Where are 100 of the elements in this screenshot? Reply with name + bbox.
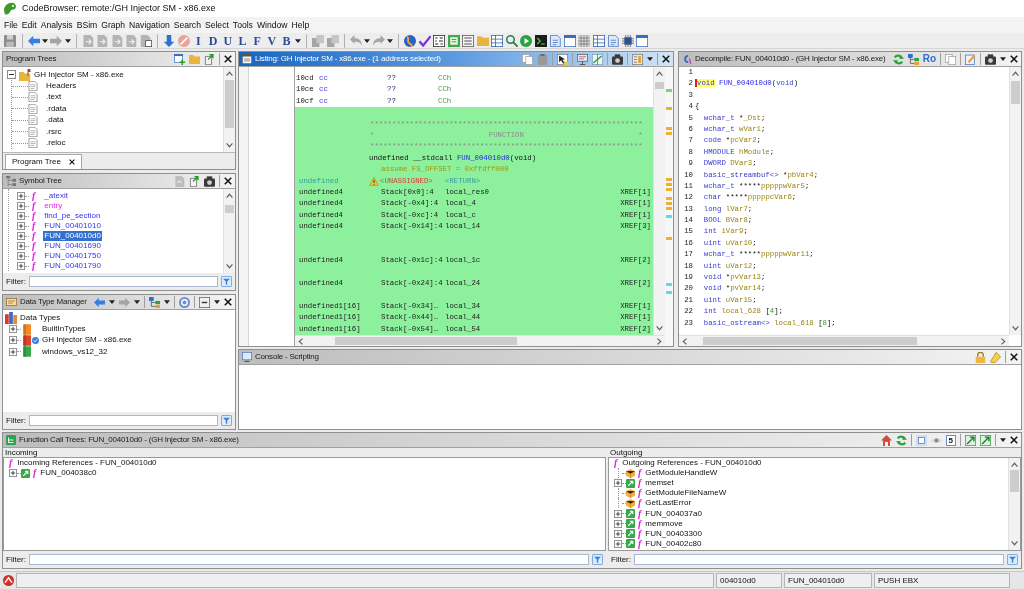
- overview-marker[interactable]: [666, 291, 672, 294]
- tree-item-label[interactable]: Headers: [46, 80, 77, 93]
- tree-icon[interactable]: [149, 296, 160, 308]
- depth-field[interactable]: 5: [945, 434, 956, 446]
- filter-field[interactable]: [29, 415, 218, 426]
- camera-icon[interactable]: [985, 53, 996, 65]
- caret-icon[interactable]: [386, 38, 393, 43]
- tree-item-label[interactable]: FUN_00403300: [645, 527, 702, 540]
- scroll-down-icon[interactable]: [1011, 541, 1018, 546]
- filter-field[interactable]: [29, 554, 589, 565]
- expand-icon[interactable]: [9, 469, 17, 478]
- symbol-label[interactable]: find_pe_section: [43, 211, 102, 221]
- overview-marker[interactable]: [666, 183, 672, 186]
- list-icon[interactable]: [462, 34, 475, 47]
- menu-item[interactable]: Edit: [21, 18, 37, 32]
- menu-item[interactable]: Analysis: [40, 18, 73, 32]
- expand-icon[interactable]: [17, 212, 25, 220]
- new-window-icon[interactable]: [174, 53, 185, 65]
- close-icon[interactable]: [662, 55, 670, 63]
- scroll-up-icon[interactable]: [226, 71, 233, 76]
- globe-icon[interactable]: [404, 34, 417, 47]
- expand-icon[interactable]: [17, 262, 25, 270]
- monitor-icon[interactable]: [577, 53, 588, 65]
- overview-marker[interactable]: [666, 197, 672, 200]
- binary-grid-icon[interactable]: [433, 34, 446, 47]
- close-icon[interactable]: [224, 177, 232, 185]
- refresh-icon[interactable]: [892, 53, 904, 65]
- paste-icon[interactable]: [537, 53, 548, 65]
- scrollbar-thumb[interactable]: [335, 337, 517, 345]
- overview-marker[interactable]: [666, 188, 672, 191]
- gear-icon[interactable]: [179, 296, 190, 308]
- tree-item-label[interactable]: .rsrc: [46, 125, 62, 138]
- tree-item-label[interactable]: memset: [645, 477, 674, 490]
- table-icon[interactable]: [592, 34, 605, 47]
- expand-icon[interactable]: [17, 242, 25, 250]
- menu-item[interactable]: File: [4, 18, 18, 32]
- symbol-label[interactable]: FUN_00401750: [43, 251, 102, 261]
- split-icon[interactable]: [592, 53, 603, 65]
- window-icon[interactable]: [915, 434, 927, 446]
- expand-icon[interactable]: [614, 479, 622, 488]
- scroll-down-icon[interactable]: [226, 143, 233, 148]
- cursor-icon[interactable]: [557, 53, 568, 65]
- check-icon[interactable]: [418, 34, 431, 47]
- window-icon[interactable]: [563, 34, 576, 47]
- menu-item[interactable]: Select: [204, 18, 229, 32]
- tab[interactable]: Program Tree: [5, 154, 82, 169]
- expand-icon[interactable]: [9, 347, 17, 356]
- vertical-scrollbar[interactable]: [223, 189, 235, 273]
- copy-icon[interactable]: [522, 53, 533, 65]
- grid-icon[interactable]: [578, 34, 591, 47]
- magnifier-icon[interactable]: [505, 34, 518, 47]
- caret-icon[interactable]: [647, 57, 653, 61]
- lock-icon[interactable]: [975, 351, 986, 363]
- edit-icon[interactable]: [965, 53, 976, 65]
- tree-item-label[interactable]: FUN_00402c80: [645, 537, 702, 550]
- overview-marker[interactable]: [666, 89, 672, 92]
- call-arrow-icon[interactable]: [965, 434, 976, 446]
- eraser-icon[interactable]: [990, 351, 1001, 363]
- tree-item-label[interactable]: BuiltInTypes: [42, 323, 86, 336]
- filter-icon[interactable]: [1007, 554, 1018, 565]
- vertical-scrollbar[interactable]: [653, 67, 665, 335]
- filter-field[interactable]: [29, 276, 218, 287]
- caret-icon[interactable]: [294, 38, 301, 43]
- symbol-label[interactable]: FUN_00401010: [43, 221, 102, 231]
- expand-icon[interactable]: [17, 222, 25, 230]
- scrollbar-thumb[interactable]: [655, 82, 664, 89]
- menu-item[interactable]: Window: [256, 18, 288, 32]
- scroll-right-icon[interactable]: [1001, 337, 1006, 345]
- tree-item-label[interactable]: .data: [46, 114, 64, 127]
- filter-icon[interactable]: [592, 554, 603, 565]
- document-icon[interactable]: [607, 34, 620, 47]
- scroll-down-icon[interactable]: [226, 264, 233, 269]
- toolbar-letter-button[interactable]: D: [205, 33, 221, 48]
- scrollbar-thumb[interactable]: [225, 205, 234, 213]
- caret-icon[interactable]: [364, 38, 371, 43]
- expand-icon[interactable]: [614, 539, 622, 548]
- camera-icon[interactable]: [612, 53, 623, 65]
- tree-item-label[interactable]: GetModuleFileNameW: [645, 487, 727, 500]
- scrollbar-thumb[interactable]: [1010, 470, 1019, 492]
- tree-item-label[interactable]: GH Injector SM - x86.exe: [42, 334, 132, 347]
- symbol-label[interactable]: _atexit: [43, 191, 69, 201]
- overview-marker[interactable]: [666, 215, 672, 218]
- scrollbar-thumb[interactable]: [225, 80, 234, 128]
- expand-icon[interactable]: [17, 252, 25, 260]
- toolbar-letter-button[interactable]: U: [220, 33, 236, 48]
- chip-icon[interactable]: [621, 34, 634, 47]
- filter-icon[interactable]: [221, 276, 232, 287]
- expand-icon[interactable]: [17, 192, 25, 200]
- call-arrow-icon[interactable]: [980, 434, 991, 446]
- overview-marker[interactable]: [666, 202, 672, 205]
- tree-item-label[interactable]: Incoming References - FUN_004010d0: [17, 457, 157, 470]
- scroll-left-icon[interactable]: [298, 337, 303, 345]
- menu-item[interactable]: Graph: [101, 18, 126, 32]
- down-arrow-icon[interactable]: [163, 34, 176, 47]
- tree-item-label[interactable]: GetLastError: [645, 497, 692, 510]
- caret-icon[interactable]: [109, 300, 115, 304]
- symbol-label[interactable]: FUN_004010d0: [43, 231, 102, 241]
- terminal-icon[interactable]: [534, 34, 547, 47]
- close-icon[interactable]: [1010, 353, 1018, 361]
- table-icon[interactable]: [491, 34, 504, 47]
